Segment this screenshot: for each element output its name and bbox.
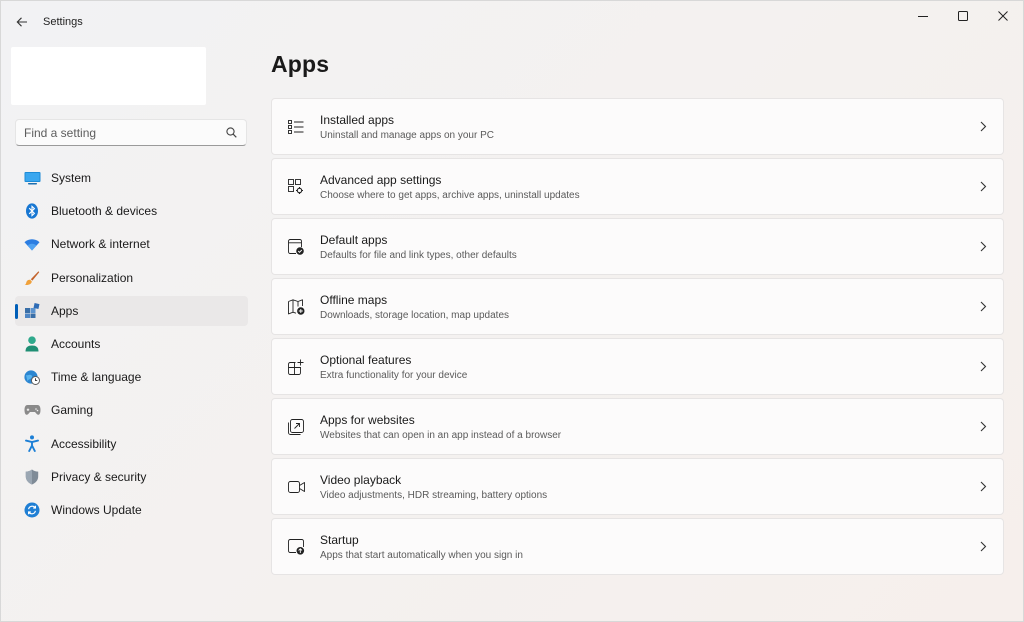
sidebar-item-label: Bluetooth & devices [51,204,158,219]
globe-clock-icon [23,368,41,386]
video-icon [286,477,306,497]
sidebar-nav: System Bluetooth & devices Network & int… [15,163,248,528]
sidebar-item-gaming[interactable]: Gaming [15,395,248,425]
person-icon [23,335,41,353]
sidebar-item-label: Time & language [51,370,142,385]
sidebar-item-label: Accessibility [51,436,117,451]
default-apps-icon [286,237,306,257]
card-subtitle: Extra functionality for your device [320,369,468,381]
card-startup[interactable]: Startup Apps that start automatically wh… [271,518,1004,575]
card-title: Offline maps [320,292,388,307]
chevron-right-icon [963,481,1003,492]
card-title: Optional features [320,352,412,367]
shield-icon [23,468,41,486]
title-bar: Settings [1,1,1023,43]
card-title: Startup [320,532,359,547]
sidebar-item-label: Apps [51,303,79,318]
update-icon [23,501,41,519]
open-link-icon [286,417,306,437]
app-settings-icon [286,177,306,197]
back-button[interactable] [11,11,33,33]
brush-icon [23,269,41,287]
sidebar-item-apps[interactable]: Apps [15,295,248,326]
sidebar-item-system[interactable]: System [15,163,248,193]
card-subtitle: Apps that start automatically when you s… [320,549,523,561]
search-box[interactable] [15,119,247,146]
card-apps-for-websites[interactable]: Apps for websites Websites that can open… [271,398,1004,455]
sidebar-item-label: Network & internet [51,237,150,252]
search-input[interactable] [24,125,224,140]
sidebar-item-label: Windows Update [51,502,142,517]
sidebar-item-accounts[interactable]: Accounts [15,329,248,359]
sidebar-item-time-language[interactable]: Time & language [15,362,248,392]
sidebar-item-accessibility[interactable]: Accessibility [15,429,248,459]
sidebar-item-bluetooth[interactable]: Bluetooth & devices [15,196,248,226]
card-title: Installed apps [320,112,395,127]
card-subtitle: Uninstall and manage apps on your PC [320,129,494,141]
sidebar-item-label: Personalization [51,270,134,285]
wifi-icon [23,235,41,253]
window-controls [903,1,1023,33]
system-icon [23,169,41,187]
sidebar-item-personalization[interactable]: Personalization [15,263,248,293]
sidebar-item-label: Accounts [51,336,101,351]
chevron-right-icon [963,181,1003,192]
chevron-right-icon [963,421,1003,432]
map-icon [286,297,306,317]
card-subtitle: Websites that can open in an app instead… [320,429,562,441]
card-advanced-app-settings[interactable]: Advanced app settings Choose where to ge… [271,158,1004,215]
sidebar-item-privacy-security[interactable]: Privacy & security [15,462,248,492]
chevron-right-icon [963,241,1003,252]
chevron-right-icon [963,121,1003,132]
gamepad-icon [23,401,41,419]
card-default-apps[interactable]: Default apps Defaults for file and link … [271,218,1004,275]
apps-icon [23,302,41,320]
card-title: Advanced app settings [320,172,442,187]
list-icon [286,117,306,137]
grid-add-icon [286,357,306,377]
accessibility-icon [23,435,41,453]
card-title: Apps for websites [320,412,415,427]
sidebar-item-windows-update[interactable]: Windows Update [15,495,248,525]
maximize-icon [958,11,968,21]
app-title: Settings [43,16,83,28]
chevron-right-icon [963,361,1003,372]
close-icon [998,11,1008,21]
card-installed-apps[interactable]: Installed apps Uninstall and manage apps… [271,98,1004,155]
minimize-icon [918,16,928,17]
sidebar-item-label: Privacy & security [51,469,147,484]
card-title: Default apps [320,232,388,247]
minimize-button[interactable] [903,1,943,31]
sidebar-item-label: System [51,171,92,185]
chevron-right-icon [963,301,1003,312]
back-arrow-icon [16,17,27,27]
card-subtitle: Choose where to get apps, archive apps, … [320,189,580,201]
maximize-button[interactable] [943,1,983,31]
settings-window: Settings System [0,0,1024,622]
card-title: Video playback [320,472,402,487]
card-optional-features[interactable]: Optional features Extra functionality fo… [271,338,1004,395]
card-video-playback[interactable]: Video playback Video adjustments, HDR st… [271,458,1004,515]
sidebar-item-label: Gaming [51,403,94,418]
close-button[interactable] [983,1,1023,31]
search-icon[interactable] [224,126,238,140]
card-subtitle: Downloads, storage location, map updates [320,309,510,321]
startup-icon [286,537,306,557]
card-subtitle: Video adjustments, HDR streaming, batter… [320,489,548,501]
card-offline-maps[interactable]: Offline maps Downloads, storage location… [271,278,1004,335]
sidebar-item-network[interactable]: Network & internet [15,229,248,259]
bluetooth-icon [23,202,41,220]
page-title: Apps [271,51,330,77]
apps-settings-list: Installed apps Uninstall and manage apps… [271,98,1004,578]
card-subtitle: Defaults for file and link types, other … [320,249,517,261]
chevron-right-icon [963,541,1003,552]
profile-card[interactable] [11,47,206,105]
